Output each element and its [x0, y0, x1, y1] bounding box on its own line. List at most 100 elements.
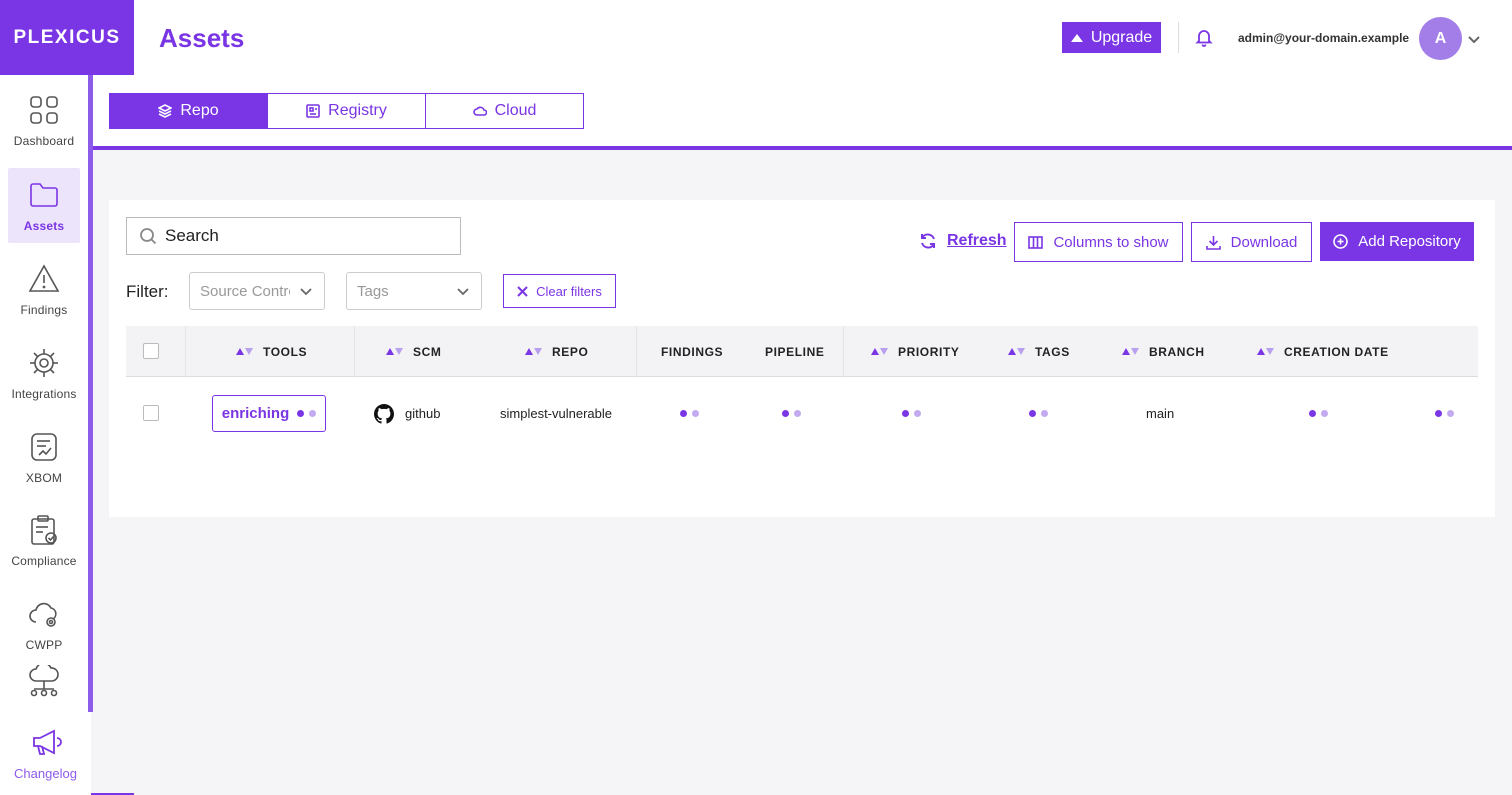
sort-icon: [386, 348, 403, 355]
sidebar-item-findings[interactable]: Findings: [8, 252, 80, 327]
sidebar-item-label: Assets: [23, 218, 65, 233]
sidebar-item-label: XBOM: [25, 470, 63, 485]
refresh-button[interactable]: Refresh: [919, 232, 1007, 250]
sort-icon: [1122, 348, 1139, 355]
refresh-label: Refresh: [947, 232, 1007, 249]
column-header-branch[interactable]: BRANCH: [1122, 326, 1205, 377]
columns-icon: [1028, 235, 1044, 249]
upgrade-button[interactable]: Upgrade: [1062, 22, 1161, 53]
user-email: admin@your-domain.example: [1238, 31, 1410, 45]
download-button[interactable]: Download: [1191, 222, 1312, 262]
columns-to-show-button[interactable]: Columns to show: [1014, 222, 1183, 262]
source-control-placeholder: Source Control: [200, 282, 290, 300]
avatar[interactable]: A: [1419, 17, 1462, 60]
sort-icon: [525, 348, 542, 355]
table-row: [126, 378, 1478, 449]
sidebar-item-cwpp[interactable]: CWPP: [8, 587, 80, 662]
sidebar-scrollbar[interactable]: [88, 75, 93, 712]
chevron-down-icon[interactable]: [1468, 32, 1480, 44]
chevron-down-icon: [457, 288, 469, 296]
sort-icon: [871, 348, 888, 355]
tab-cloud[interactable]: Cloud: [425, 93, 584, 129]
loading-dots-icon: [297, 410, 317, 417]
repo-cell[interactable]: simplest-vulnerable: [500, 406, 612, 421]
tab-repo[interactable]: Repo: [109, 93, 268, 129]
sidebar-item-xbom[interactable]: XBOM: [8, 420, 80, 495]
column-header-label: REPO: [552, 344, 589, 359]
changelog-button[interactable]: Changelog: [0, 712, 91, 795]
cloud-network-icon: [29, 665, 59, 697]
sidebar-item-assets[interactable]: Assets: [8, 168, 80, 243]
column-header-tags[interactable]: TAGS: [1008, 326, 1070, 377]
column-header-label: SCM: [413, 344, 442, 359]
column-header-label: CREATION DATE: [1284, 344, 1389, 359]
filter-label: Filter:: [126, 282, 169, 301]
sidebar-item-cloud-network[interactable]: [8, 665, 80, 710]
sidebar-item-label: Dashboard: [13, 133, 75, 148]
search-box[interactable]: [126, 217, 461, 255]
tab-registry[interactable]: Registry: [267, 93, 426, 129]
column-header-label: PIPELINE: [765, 344, 825, 359]
search-icon: [140, 228, 157, 245]
add-repository-button[interactable]: Add Repository: [1320, 222, 1474, 261]
column-header-pipeline: PIPELINE: [765, 326, 824, 377]
github-icon: [374, 404, 394, 424]
column-header-label: TOOLS: [263, 344, 308, 359]
cloud-gear-icon: [29, 602, 57, 627]
refresh-icon: [921, 233, 935, 249]
branch-cell: main: [1146, 406, 1175, 421]
column-header-repo[interactable]: REPO: [525, 326, 588, 377]
column-header-findings: FINDINGS: [661, 326, 723, 377]
sidebar-item-label: Compliance: [11, 553, 77, 568]
sort-icon: [236, 348, 253, 355]
warning-icon: [28, 263, 60, 292]
notification-bell-icon[interactable]: [1194, 27, 1214, 47]
sidebar: Dashboard Assets Findings Integrations X…: [0, 75, 88, 795]
column-separator: [843, 326, 844, 377]
scm-cell: github: [405, 406, 441, 421]
sidebar-item-integrations[interactable]: Integrations: [8, 336, 80, 411]
column-separator: [185, 326, 186, 377]
page-title: Assets: [159, 23, 245, 53]
top-header: Assets Upgrade admin@your-domain.example…: [134, 0, 1512, 75]
download-label: Download: [1230, 233, 1298, 251]
sidebar-item-label: Integrations: [11, 386, 77, 401]
sidebar-item-dashboard[interactable]: Dashboard: [8, 83, 80, 158]
column-header-scm[interactable]: SCM: [386, 326, 441, 377]
clear-filters-button[interactable]: Clear filters: [503, 274, 616, 308]
brand-logo[interactable]: PLEXICUS: [0, 0, 134, 75]
tools-status-badge[interactable]: enriching: [212, 395, 326, 432]
header-divider: [1178, 22, 1179, 53]
row-checkbox[interactable]: [143, 405, 159, 421]
tab-label: Registry: [328, 102, 387, 119]
actions-loading-dots-icon: [1435, 410, 1454, 417]
sidebar-item-label: CWPP: [25, 637, 63, 652]
table-header: TOOLS SCM REPO FINDINGS PIPELINE PRIORIT…: [126, 326, 1478, 377]
clipboard-check-icon: [31, 514, 57, 545]
arrow-up-icon: [1070, 33, 1083, 42]
search-input[interactable]: [165, 226, 445, 246]
cloud-icon: [472, 106, 487, 116]
source-control-select[interactable]: Source Control: [189, 272, 325, 310]
columns-label: Columns to show: [1053, 233, 1169, 251]
column-separator: [354, 326, 355, 377]
sidebar-item-label: Findings: [20, 302, 68, 317]
registry-icon: [306, 104, 320, 118]
pipeline-loading-dots-icon: [782, 410, 801, 417]
column-separator: [636, 326, 637, 377]
select-all-checkbox[interactable]: [143, 343, 159, 359]
column-header-tools[interactable]: TOOLS: [236, 326, 307, 377]
document-icon: [31, 432, 57, 461]
gear-icon: [30, 348, 58, 377]
column-header-priority[interactable]: PRIORITY: [871, 326, 959, 377]
column-header-label: FINDINGS: [661, 344, 724, 359]
layers-icon: [158, 104, 173, 118]
tags-loading-dots-icon: [1029, 410, 1048, 417]
sidebar-item-compliance[interactable]: Compliance: [8, 503, 80, 578]
tab-label: Cloud: [494, 102, 537, 119]
upgrade-label: Upgrade: [1090, 28, 1153, 46]
column-header-creation-date[interactable]: CREATION DATE: [1257, 326, 1389, 377]
tags-select[interactable]: Tags: [346, 272, 482, 310]
tags-placeholder: Tags: [357, 282, 389, 300]
tab-label: Repo: [180, 102, 219, 119]
